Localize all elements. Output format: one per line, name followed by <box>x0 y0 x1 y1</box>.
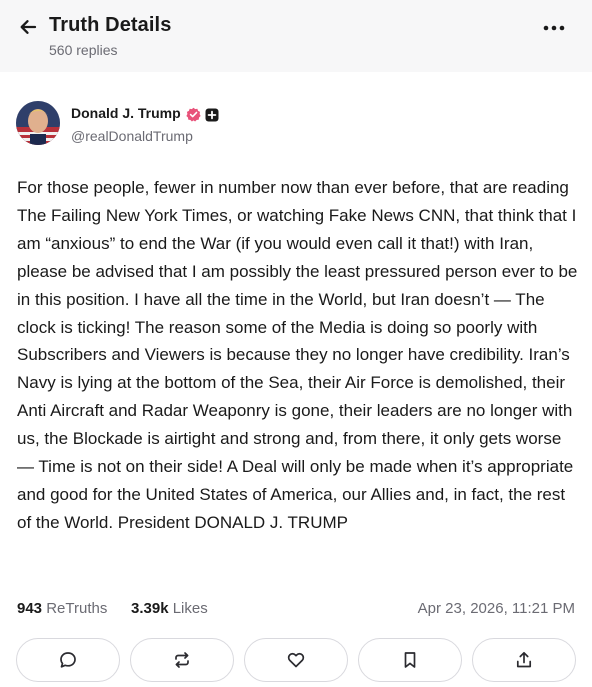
plus-badge-icon <box>205 108 219 121</box>
post-timestamp: Apr 23, 2026, 11:21 PM <box>417 600 575 617</box>
verified-badge-icon <box>186 107 201 122</box>
retruths-label: ReTruths <box>46 600 108 617</box>
avatar[interactable] <box>16 101 60 145</box>
reply-bubble-icon <box>60 652 76 668</box>
top-bar: Truth Details 560 replies <box>0 0 592 72</box>
post-body: For those people, fewer in number now th… <box>17 178 578 532</box>
retruth-button[interactable] <box>130 638 234 682</box>
post-stats: 943 ReTruths 3.39k Likes Apr 23, 2026, 1… <box>17 600 575 622</box>
retruth-icon <box>175 652 189 668</box>
like-button[interactable] <box>244 638 348 682</box>
page-title: Truth Details <box>49 14 172 36</box>
action-bar <box>16 638 576 682</box>
bookmark-icon <box>404 652 416 668</box>
likes-stat[interactable]: 3.39k Likes <box>131 600 208 617</box>
back-button[interactable] <box>14 13 42 41</box>
author-badges <box>186 107 219 122</box>
author-handle[interactable]: @realDonaldTrump <box>71 128 193 144</box>
replies-count: 560 replies <box>49 42 118 58</box>
likes-label: Likes <box>172 600 208 617</box>
retruths-stat[interactable]: 943 ReTruths <box>17 600 107 617</box>
author-name[interactable]: Donald J. Trump <box>71 105 181 121</box>
reply-button[interactable] <box>16 638 120 682</box>
retruths-count: 943 <box>17 600 43 617</box>
share-icon <box>516 651 532 668</box>
more-options-button[interactable] <box>540 16 568 40</box>
likes-count: 3.39k <box>131 600 169 617</box>
bookmark-button[interactable] <box>358 638 462 682</box>
heart-icon <box>287 652 305 668</box>
arrow-left-icon <box>20 20 37 34</box>
ellipsis-icon <box>543 25 565 31</box>
share-button[interactable] <box>472 638 576 682</box>
